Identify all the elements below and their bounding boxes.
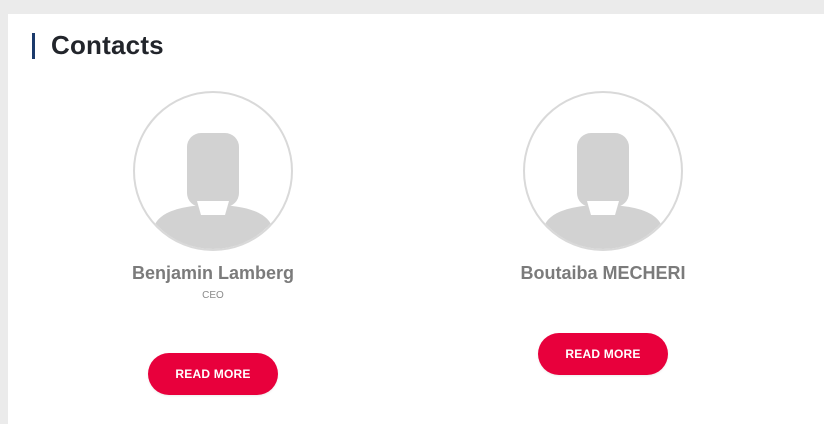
section-title: Contacts [51, 30, 164, 60]
contact-role: CEO [202, 290, 224, 301]
contact-name: Boutaiba MECHERI [520, 263, 686, 283]
avatar [523, 91, 683, 251]
contact-card-1: Benjamin Lamberg CEO [83, 91, 343, 301]
default-user-avatar-icon [543, 133, 663, 249]
avatar [133, 91, 293, 251]
contact-card-2: Boutaiba MECHERI [473, 91, 733, 284]
read-more-button[interactable]: READ MORE [538, 333, 668, 375]
title-accent-bar [32, 32, 35, 59]
section-header: Contacts [32, 30, 164, 61]
contact-name: Benjamin Lamberg [131, 263, 295, 283]
default-user-avatar-icon [153, 133, 273, 249]
read-more-button[interactable]: READ MORE [148, 353, 278, 395]
